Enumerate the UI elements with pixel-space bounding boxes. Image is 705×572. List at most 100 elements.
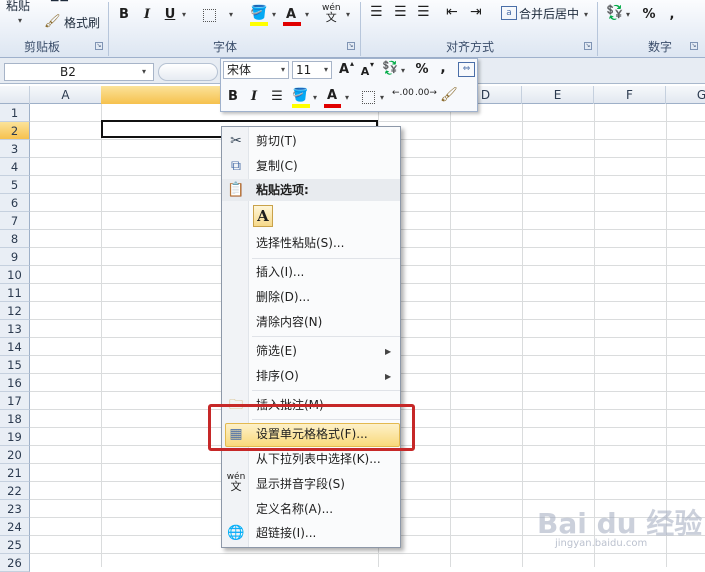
group-divider: [360, 2, 361, 56]
fill-color-icon[interactable]: 🪣: [250, 5, 267, 21]
column-header[interactable]: G: [666, 86, 705, 104]
pinyin-dropdown-icon[interactable]: ▾: [346, 10, 350, 19]
name-box-dropdown-icon[interactable]: ▾: [142, 67, 146, 76]
row-header[interactable]: 13: [0, 320, 30, 338]
borders-dropdown-icon[interactable]: ▾: [229, 10, 233, 19]
menu-item-delete[interactable]: 删除(D)...: [256, 287, 310, 307]
row-header[interactable]: 19: [0, 428, 30, 446]
comma-icon[interactable]: ,: [438, 59, 448, 77]
select-all-corner[interactable]: [0, 86, 30, 104]
row-header[interactable]: 9: [0, 248, 30, 266]
accounting-format-icon[interactable]: 💱: [606, 5, 623, 21]
grow-font-button[interactable]: A: [337, 61, 351, 79]
percent-button[interactable]: %: [642, 6, 656, 24]
row-header[interactable]: 21: [0, 464, 30, 482]
row-header[interactable]: 18: [0, 410, 30, 428]
menu-item-hyperlink[interactable]: 超链接(I)...: [256, 523, 316, 543]
row-header[interactable]: 26: [0, 554, 30, 572]
merge-center-icon[interactable]: ⇔: [458, 62, 475, 77]
comma-button[interactable]: ,: [667, 6, 677, 24]
borders-dropdown-icon[interactable]: ▾: [380, 93, 384, 102]
align-center-icon[interactable]: ☰: [394, 5, 407, 19]
format-painter-button[interactable]: 格式刷: [64, 14, 100, 31]
merge-dropdown-icon[interactable]: ▾: [584, 10, 588, 19]
row-header[interactable]: 24: [0, 518, 30, 536]
borders-icon[interactable]: [362, 91, 375, 104]
font-color-button[interactable]: A: [325, 87, 339, 105]
row-header[interactable]: 16: [0, 374, 30, 392]
row-header[interactable]: 20: [0, 446, 30, 464]
borders-icon[interactable]: [203, 9, 216, 22]
row-header[interactable]: 4: [0, 158, 30, 176]
row-header[interactable]: 12: [0, 302, 30, 320]
paste-button[interactable]: 粘贴: [6, 0, 30, 14]
align-right-icon[interactable]: ☰: [417, 5, 430, 19]
column-header[interactable]: A: [30, 86, 102, 104]
decrease-indent-icon[interactable]: ⇤: [446, 5, 458, 19]
name-box[interactable]: B2: [4, 63, 154, 81]
row-header[interactable]: 17: [0, 392, 30, 410]
accounting-format-icon[interactable]: 💱: [382, 61, 398, 76]
alignment-launcher-icon[interactable]: ↘: [584, 42, 592, 50]
accounting-dropdown-icon[interactable]: ▾: [401, 66, 405, 75]
row-header[interactable]: 1: [0, 104, 30, 122]
pinyin-guide-icon[interactable]: wén 文: [322, 3, 341, 24]
percent-button[interactable]: %: [415, 61, 429, 79]
italic-button[interactable]: I: [141, 6, 153, 24]
row-header[interactable]: 15: [0, 356, 30, 374]
row-header[interactable]: 7: [0, 212, 30, 230]
row-header[interactable]: 6: [0, 194, 30, 212]
menu-item-filter[interactable]: 筛选(E): [256, 341, 297, 361]
menu-item-copy[interactable]: 复制(C): [256, 156, 298, 176]
row-header[interactable]: 23: [0, 500, 30, 518]
paste-option-icon[interactable]: A: [253, 205, 273, 227]
menu-item-insert[interactable]: 插入(I)...: [256, 262, 304, 282]
fill-color-dropdown-icon[interactable]: ▾: [313, 93, 317, 102]
row-header[interactable]: 22: [0, 482, 30, 500]
row-header[interactable]: 8: [0, 230, 30, 248]
bold-button[interactable]: B: [117, 6, 131, 24]
paste-dropdown-icon[interactable]: ▾: [18, 16, 22, 25]
underline-button[interactable]: U: [164, 6, 176, 24]
font-name-dropdown-icon[interactable]: ▾: [281, 65, 285, 74]
row-header[interactable]: 2: [0, 122, 30, 140]
menu-item-clear-contents[interactable]: 清除内容(N): [256, 312, 322, 332]
row-header[interactable]: 3: [0, 140, 30, 158]
align-left-icon[interactable]: ☰: [370, 5, 383, 19]
font-size-dropdown-icon[interactable]: ▾: [324, 65, 328, 74]
merge-center-button[interactable]: 合并后居中: [519, 5, 579, 22]
row-header[interactable]: 14: [0, 338, 30, 356]
menu-item-paste-special[interactable]: 选择性粘贴(S)...: [256, 233, 344, 253]
menu-item-cut[interactable]: 剪切(T): [256, 131, 297, 151]
center-align-icon[interactable]: ☰: [268, 88, 286, 106]
italic-button[interactable]: I: [248, 88, 260, 106]
row-header[interactable]: 10: [0, 266, 30, 284]
clipboard-launcher-icon[interactable]: ↘: [95, 42, 103, 50]
number-launcher-icon[interactable]: ↘: [690, 42, 698, 50]
underline-dropdown-icon[interactable]: ▾: [182, 10, 186, 19]
menu-item-show-pinyin[interactable]: 显示拼音字段(S): [256, 474, 345, 494]
menu-item-define-name[interactable]: 定义名称(A)...: [256, 499, 333, 519]
menu-item-pick-from-list[interactable]: 从下拉列表中选择(K)...: [256, 449, 381, 469]
column-header[interactable]: E: [522, 86, 594, 104]
row-header[interactable]: 11: [0, 284, 30, 302]
formula-scroll-handle[interactable]: [158, 63, 218, 81]
column-header[interactable]: F: [594, 86, 666, 104]
accounting-dropdown-icon[interactable]: ▾: [626, 10, 630, 19]
row-header[interactable]: 25: [0, 536, 30, 554]
font-color-dropdown-icon[interactable]: ▾: [305, 10, 309, 19]
copy-icon[interactable]: ▬▬: [50, 0, 69, 5]
row-header[interactable]: 5: [0, 176, 30, 194]
font-launcher-icon[interactable]: ↘: [347, 42, 355, 50]
font-name-field[interactable]: 宋体: [223, 61, 289, 79]
merge-center-icon[interactable]: a: [501, 6, 517, 20]
fill-color-icon[interactable]: 🪣: [292, 88, 308, 103]
format-painter-icon[interactable]: 🖌: [440, 87, 458, 103]
increase-decimal-button[interactable]: ←.00: [392, 89, 414, 98]
font-color-dropdown-icon[interactable]: ▾: [345, 93, 349, 102]
fill-color-dropdown-icon[interactable]: ▾: [272, 10, 276, 19]
decrease-decimal-button[interactable]: .00→: [415, 89, 437, 98]
bold-button[interactable]: B: [226, 88, 240, 106]
increase-indent-icon[interactable]: ⇥: [470, 5, 482, 19]
menu-item-sort[interactable]: 排序(O): [256, 366, 299, 386]
